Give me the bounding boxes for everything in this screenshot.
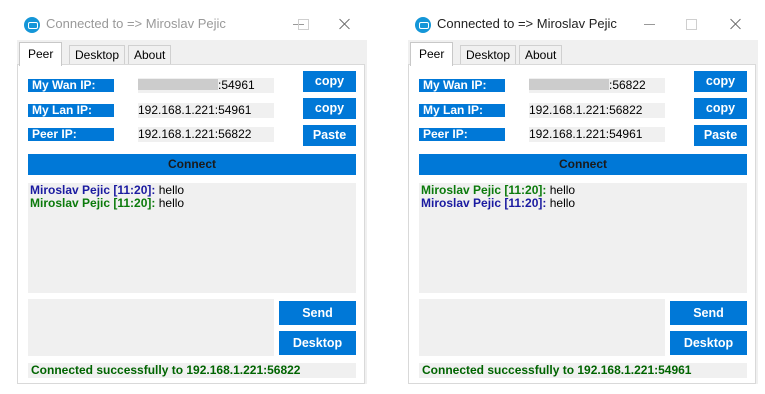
- wan-ip-field: :56822: [529, 78, 665, 93]
- chat-author: Miroslav Pejic [11:20]:: [421, 183, 547, 197]
- chat-author: Miroslav Pejic [11:20]:: [30, 183, 156, 197]
- tab-about[interactable]: About: [519, 45, 563, 65]
- tab-peer[interactable]: Peer: [410, 42, 454, 66]
- chat-message: Miroslav Pejic [11:20]: hello: [421, 197, 745, 210]
- wan-ip-field: :54961: [138, 78, 274, 93]
- copy-wan-ip-button[interactable]: copy: [303, 71, 356, 92]
- tab-desktop[interactable]: Desktop: [460, 45, 517, 65]
- paste-peer-ip-button[interactable]: Paste: [694, 125, 747, 146]
- message-input[interactable]: [28, 299, 274, 356]
- lan-ip-label: My Lan IP:: [419, 104, 505, 117]
- window-body: Peer Desktop About My Wan IP: :54961 cop…: [17, 40, 367, 384]
- copy-lan-ip-button[interactable]: copy: [303, 98, 356, 119]
- peer-panel: My Wan IP: :56822 copy My Lan IP: 192.16…: [408, 64, 756, 384]
- status-bar: Connected successfully to 192.168.1.221:…: [28, 363, 356, 378]
- redacted-ip-mask: [138, 79, 218, 90]
- peer-ip-input[interactable]: 192.168.1.221:54961: [529, 127, 665, 142]
- chat-text: hello: [546, 183, 576, 197]
- copy-lan-ip-button[interactable]: copy: [694, 98, 747, 119]
- connect-button[interactable]: Connect: [28, 154, 356, 175]
- tab-desktop[interactable]: Desktop: [69, 45, 126, 65]
- window-title: Connected to => Miroslav Pejic: [46, 16, 226, 31]
- title-bar[interactable]: Connected to => Miroslav Pejic: [15, 0, 367, 40]
- wan-ip-label: My Wan IP:: [419, 79, 505, 92]
- chat-message: Miroslav Pejic [11:20]: hello: [30, 197, 354, 210]
- chat-text: hello: [155, 196, 185, 210]
- wan-ip-value: :56822: [609, 78, 646, 92]
- window-body: Peer Desktop About My Wan IP: :56822 cop…: [408, 40, 758, 384]
- tab-about[interactable]: About: [128, 45, 172, 65]
- lan-ip-field: 192.168.1.221:54961: [138, 103, 274, 118]
- app-window-left: Connected to => Miroslav Pejic Peer Desk…: [15, 0, 367, 387]
- chat-log: Miroslav Pejic [11:20]: hello Miroslav P…: [419, 183, 747, 293]
- app-icon: [415, 17, 431, 33]
- lan-ip-label: My Lan IP:: [28, 104, 114, 117]
- chat-text: hello: [155, 183, 185, 197]
- redacted-ip-mask: [529, 79, 609, 90]
- chat-log: Miroslav Pejic [11:20]: hello Miroslav P…: [28, 183, 356, 293]
- chat-author: Miroslav Pejic [11:20]:: [421, 196, 547, 210]
- app-window-right: Connected to => Miroslav Pejic Peer Desk…: [406, 0, 758, 387]
- app-icon: [24, 17, 40, 33]
- send-button[interactable]: Send: [670, 301, 747, 325]
- close-icon[interactable]: [721, 12, 751, 36]
- close-icon[interactable]: [330, 12, 360, 36]
- desktop-button[interactable]: Desktop: [670, 331, 747, 355]
- minimize-icon[interactable]: [635, 12, 665, 36]
- maximize-icon[interactable]: [288, 12, 318, 36]
- peer-ip-input[interactable]: 192.168.1.221:56822: [138, 127, 274, 142]
- lan-ip-field: 192.168.1.221:56822: [529, 103, 665, 118]
- wan-ip-label: My Wan IP:: [28, 79, 114, 92]
- send-button[interactable]: Send: [279, 301, 356, 325]
- peer-ip-label: Peer IP:: [419, 128, 505, 141]
- connect-button[interactable]: Connect: [419, 154, 747, 175]
- title-bar[interactable]: Connected to => Miroslav Pejic: [406, 0, 758, 40]
- window-title: Connected to => Miroslav Pejic: [437, 16, 617, 31]
- wan-ip-value: :54961: [218, 78, 255, 92]
- status-bar: Connected successfully to 192.168.1.221:…: [419, 363, 747, 378]
- paste-peer-ip-button[interactable]: Paste: [303, 125, 356, 146]
- copy-wan-ip-button[interactable]: copy: [694, 71, 747, 92]
- chat-text: hello: [546, 196, 576, 210]
- desktop-button[interactable]: Desktop: [279, 331, 356, 355]
- chat-author: Miroslav Pejic [11:20]:: [30, 196, 156, 210]
- message-input[interactable]: [419, 299, 665, 356]
- peer-ip-label: Peer IP:: [28, 128, 114, 141]
- peer-panel: My Wan IP: :54961 copy My Lan IP: 192.16…: [17, 64, 365, 384]
- tab-peer[interactable]: Peer: [19, 42, 63, 66]
- maximize-icon[interactable]: [676, 12, 706, 36]
